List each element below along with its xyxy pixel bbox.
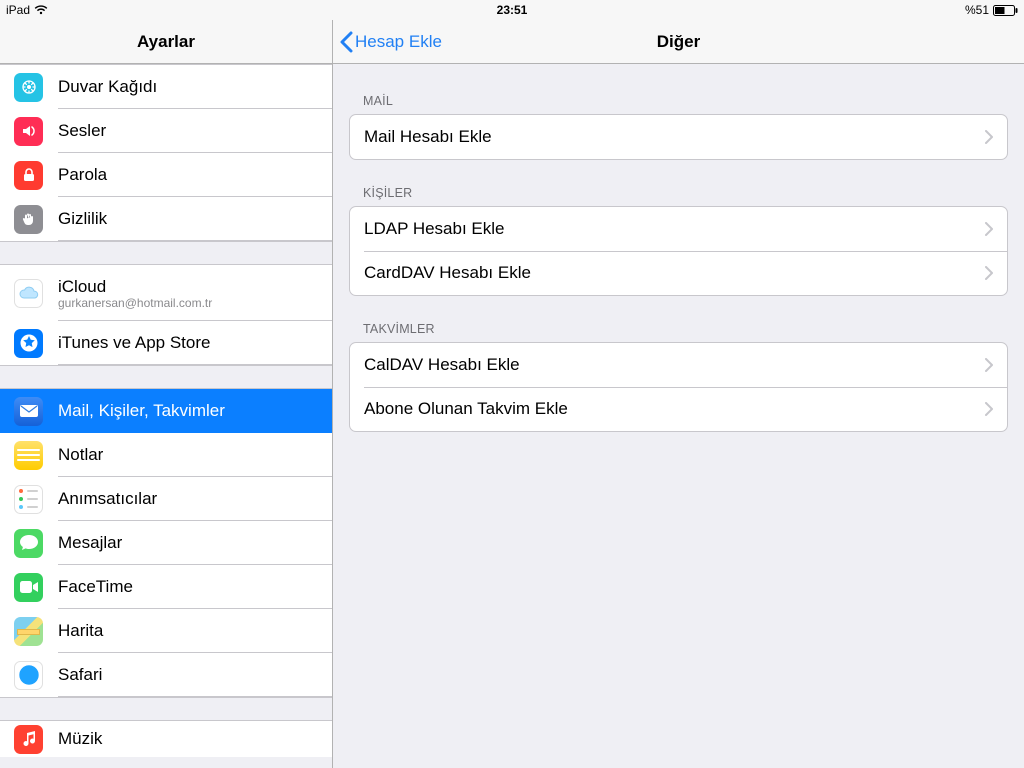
- detail-title: Diğer: [657, 32, 700, 52]
- wallpaper-icon: [14, 73, 43, 102]
- messages-icon: [14, 529, 43, 558]
- notes-icon: [14, 441, 43, 470]
- sidebar-item-label: Mesajlar: [58, 533, 122, 553]
- sidebar-item-icloud[interactable]: iCloud gurkanersan@hotmail.com.tr: [0, 265, 332, 321]
- sidebar-item-safari[interactable]: Safari: [0, 653, 332, 697]
- safari-icon: [14, 661, 43, 690]
- sounds-icon: [14, 117, 43, 146]
- status-time: 23:51: [497, 3, 528, 17]
- wifi-icon: [34, 5, 48, 15]
- sidebar-item-facetime[interactable]: FaceTime: [0, 565, 332, 609]
- sidebar-item-label: Harita: [58, 621, 103, 641]
- section-header-calendars: TAKVİMLER: [363, 322, 1008, 336]
- add-ldap-account[interactable]: LDAP Hesabı Ekle: [350, 207, 1007, 251]
- add-carddav-account[interactable]: CardDAV Hesabı Ekle: [350, 251, 1007, 295]
- sidebar-item-label: Duvar Kağıdı: [58, 77, 157, 97]
- status-battery-pct: %51: [965, 3, 989, 17]
- cell-label: Abone Olunan Takvim Ekle: [364, 399, 985, 419]
- sidebar-item-messages[interactable]: Mesajlar: [0, 521, 332, 565]
- sidebar-item-itunes[interactable]: iTunes ve App Store: [0, 321, 332, 365]
- detail-pane: Hesap Ekle Diğer MAİL Mail Hesabı Ekle K…: [333, 20, 1024, 768]
- sidebar-item-notes[interactable]: Notlar: [0, 433, 332, 477]
- group-mail: Mail Hesabı Ekle: [349, 114, 1008, 160]
- cell-label: CardDAV Hesabı Ekle: [364, 263, 985, 283]
- sidebar-item-mail[interactable]: Mail, Kişiler, Takvimler: [0, 389, 332, 433]
- group-contacts: LDAP Hesabı Ekle CardDAV Hesabı Ekle: [349, 206, 1008, 296]
- appstore-icon: [14, 329, 43, 358]
- sidebar-item-sounds[interactable]: Sesler: [0, 109, 332, 153]
- sidebar-item-passcode[interactable]: Parola: [0, 153, 332, 197]
- reminders-icon: [14, 485, 43, 514]
- sidebar-item-label: Anımsatıcılar: [58, 489, 157, 509]
- sidebar-item-label: Notlar: [58, 445, 103, 465]
- mail-icon: [14, 397, 43, 426]
- sidebar-item-label: Sesler: [58, 121, 106, 141]
- lock-icon: [14, 161, 43, 190]
- section-header-mail: MAİL: [363, 94, 1008, 108]
- sidebar-navbar: Ayarlar: [0, 20, 332, 64]
- sidebar-item-label: Parola: [58, 165, 107, 185]
- maps-icon: [14, 617, 43, 646]
- cloud-icon: [14, 279, 43, 308]
- sidebar-item-sub: gurkanersan@hotmail.com.tr: [58, 296, 212, 310]
- sidebar-item-music[interactable]: Müzik: [0, 721, 332, 757]
- sidebar-item-maps[interactable]: Harita: [0, 609, 332, 653]
- chevron-left-icon: [339, 31, 353, 53]
- status-bar: iPad 23:51 %51: [0, 0, 1024, 20]
- sidebar-item-wallpaper[interactable]: Duvar Kağıdı: [0, 65, 332, 109]
- battery-icon: [993, 5, 1018, 16]
- music-icon: [14, 725, 43, 754]
- chevron-right-icon: [985, 266, 993, 280]
- sidebar-item-reminders[interactable]: Anımsatıcılar: [0, 477, 332, 521]
- sidebar-scroll[interactable]: Duvar Kağıdı Sesler Parola Gizlilik: [0, 64, 332, 768]
- cell-label: Mail Hesabı Ekle: [364, 127, 985, 147]
- sidebar-item-label: Gizlilik: [58, 209, 107, 229]
- sidebar-item-label: iCloud: [58, 277, 212, 297]
- chevron-right-icon: [985, 402, 993, 416]
- facetime-icon: [14, 573, 43, 602]
- sidebar-item-label: iTunes ve App Store: [58, 333, 210, 353]
- cell-label: CalDAV Hesabı Ekle: [364, 355, 985, 375]
- add-subscribed-calendar[interactable]: Abone Olunan Takvim Ekle: [350, 387, 1007, 431]
- add-mail-account[interactable]: Mail Hesabı Ekle: [350, 115, 1007, 159]
- settings-sidebar: Ayarlar Duvar Kağıdı Sesler: [0, 20, 333, 768]
- sidebar-title: Ayarlar: [137, 32, 195, 52]
- chevron-right-icon: [985, 222, 993, 236]
- chevron-right-icon: [985, 358, 993, 372]
- cell-label: LDAP Hesabı Ekle: [364, 219, 985, 239]
- detail-scroll[interactable]: MAİL Mail Hesabı Ekle KİŞİLER LDAP Hesab…: [333, 64, 1024, 768]
- sidebar-item-label: Safari: [58, 665, 102, 685]
- chevron-right-icon: [985, 130, 993, 144]
- back-label: Hesap Ekle: [355, 32, 442, 52]
- sidebar-item-label: Müzik: [58, 729, 102, 749]
- status-device: iPad: [6, 3, 30, 17]
- back-button[interactable]: Hesap Ekle: [333, 31, 442, 53]
- sidebar-item-label: FaceTime: [58, 577, 133, 597]
- group-calendars: CalDAV Hesabı Ekle Abone Olunan Takvim E…: [349, 342, 1008, 432]
- sidebar-item-label: Mail, Kişiler, Takvimler: [58, 401, 225, 421]
- hand-icon: [14, 205, 43, 234]
- section-header-contacts: KİŞİLER: [363, 186, 1008, 200]
- add-caldav-account[interactable]: CalDAV Hesabı Ekle: [350, 343, 1007, 387]
- sidebar-item-privacy[interactable]: Gizlilik: [0, 197, 332, 241]
- detail-navbar: Hesap Ekle Diğer: [333, 20, 1024, 64]
